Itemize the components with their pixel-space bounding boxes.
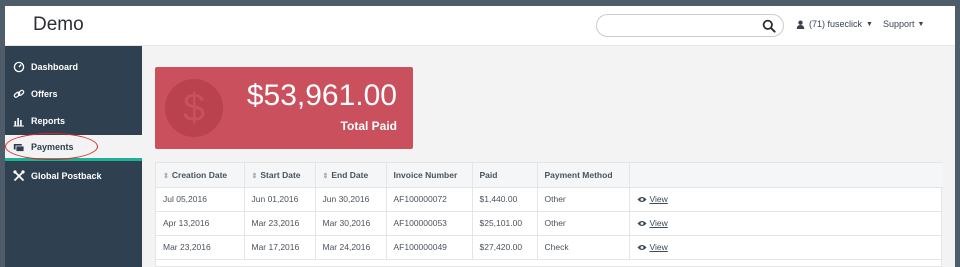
column-header-creation-date[interactable]: ⇕ Creation Date [156,163,245,188]
table-header-row: ⇕ Creation Date ⇕ Start Date ⇕ End Date Inv… [156,163,943,188]
column-header-actions [629,163,943,188]
sort-icon: ⇕ [251,172,258,180]
column-header-label: Start Date [260,169,301,180]
cell-action: View [629,211,943,236]
column-header-label: Invoice Number [393,169,458,180]
cell-paid: $27,420.00 [472,235,538,260]
cell-invoice-number: AF100000053 [386,211,473,236]
annotation-highlight [5,133,98,160]
payments-table: ⇕ Creation Date ⇕ Start Date ⇕ End Date Inv… [155,162,943,267]
cell-action: View [629,235,943,260]
cell-payment-method: Other [537,211,630,236]
dashboard-icon [13,61,25,73]
cell-start-date: Mar 17,2016 [244,235,316,260]
sidebar-item-reports[interactable]: Reports [5,108,142,134]
search-input[interactable] [607,18,757,34]
cell-paid: $25,101.00 [472,211,538,236]
table-row: Mar 23,2016 Mar 17,2016 Mar 24,2016 AF10… [156,235,943,260]
dollar-icon: $ [165,79,223,137]
user-icon [796,20,805,29]
view-link[interactable]: View [650,218,668,228]
column-header-label: Paid [479,169,498,180]
link-icon [13,89,25,98]
eye-icon [637,197,646,203]
column-header-payment-method: Payment Method [537,163,630,188]
column-header-label: Creation Date [171,169,228,180]
app-window: Demo (71) fuseclick ▼ Support ▼ Dashboar… [5,6,955,267]
column-header-paid: Paid [472,163,538,188]
view-link[interactable]: View [650,194,668,204]
sort-icon: ⇕ [322,172,329,180]
sidebar-item-offers[interactable]: Offers [5,81,142,107]
bar-chart-icon [13,118,24,127]
support-menu-label: Support [883,19,915,29]
chevron-down-icon: ▼ [866,20,873,28]
user-menu[interactable]: (71) fuseclick ▼ [796,19,873,29]
sidebar-item-global-postback[interactable]: Global Postback [5,163,142,189]
cell-creation-date: Mar 23,2016 [156,235,245,260]
sidebar-item-label: Dashboard [31,62,79,72]
total-paid-amount: $53,961.00 [246,79,397,112]
cell-end-date: Mar 30,2016 [315,211,387,236]
cell-invoice-number: AF100000049 [386,235,473,260]
column-header-invoice-number: Invoice Number [386,163,473,188]
total-paid-card: $ $53,961.00 Total Paid [155,67,413,149]
view-link[interactable]: View [650,242,668,252]
cell-start-date: Jun 01,2016 [244,187,316,212]
sidebar-item-label: Global Postback [31,171,102,181]
column-header-label: End Date [331,169,369,180]
search-icon[interactable] [762,19,776,33]
column-header-end-date[interactable]: ⇕ End Date [315,163,387,188]
cell-action: View [629,187,943,212]
sort-icon: ⇕ [163,172,169,180]
chevron-down-icon: ▼ [917,20,925,28]
table-row: Apr 13,2016 Mar 23,2016 Mar 30,2016 AF10… [156,211,943,236]
sidebar-item-label: Offers [31,89,58,99]
total-paid-label: Total Paid [340,119,397,133]
cell-end-date: Jun 30,2016 [315,187,387,212]
column-header-label: Payment Method [544,169,613,180]
cell-end-date: Mar 24,2016 [315,235,387,260]
top-navbar: Demo (71) fuseclick ▼ Support ▼ [5,6,955,46]
user-menu-label: (71) fuseclick [809,19,863,29]
cell-payment-method: Other [537,187,630,212]
cell-payment-method: Check [537,235,630,260]
cell-creation-date: Jul 05,2016 [156,187,245,212]
column-header-start-date[interactable]: ⇕ Start Date [244,163,316,188]
sidebar-item-dashboard[interactable]: Dashboard [5,54,142,80]
eye-icon [637,221,646,227]
support-menu[interactable]: Support ▼ [883,19,924,29]
search-box[interactable] [596,14,784,37]
eye-icon [637,245,646,251]
cell-paid: $1,440.00 [472,187,538,212]
cell-start-date: Mar 23,2016 [244,211,316,236]
cell-invoice-number: AF100000072 [386,187,473,212]
tools-icon [13,170,25,182]
brand-logo[interactable]: Demo [33,14,84,36]
sidebar-item-label: Reports [31,116,66,126]
table-row: Jul 05,2016 Jun 01,2016 Jun 30,2016 AF10… [156,187,943,212]
cell-creation-date: Apr 13,2016 [156,211,245,236]
